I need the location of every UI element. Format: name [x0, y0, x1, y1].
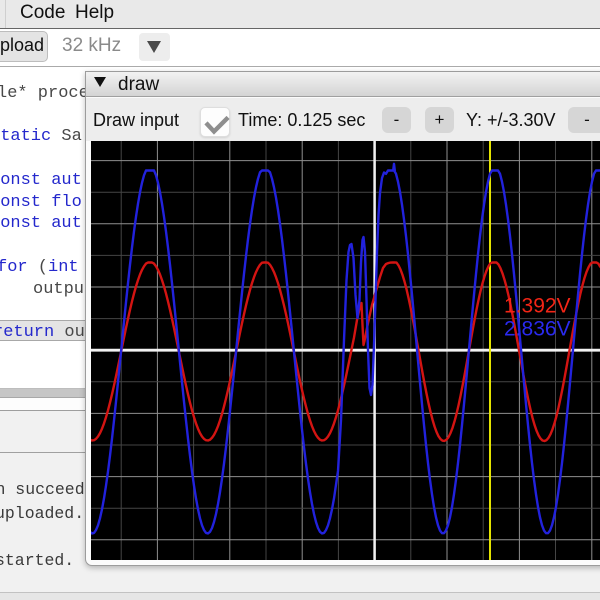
svg-text:1.392V: 1.392V [504, 295, 571, 318]
svg-text:2.836V: 2.836V [504, 318, 571, 341]
